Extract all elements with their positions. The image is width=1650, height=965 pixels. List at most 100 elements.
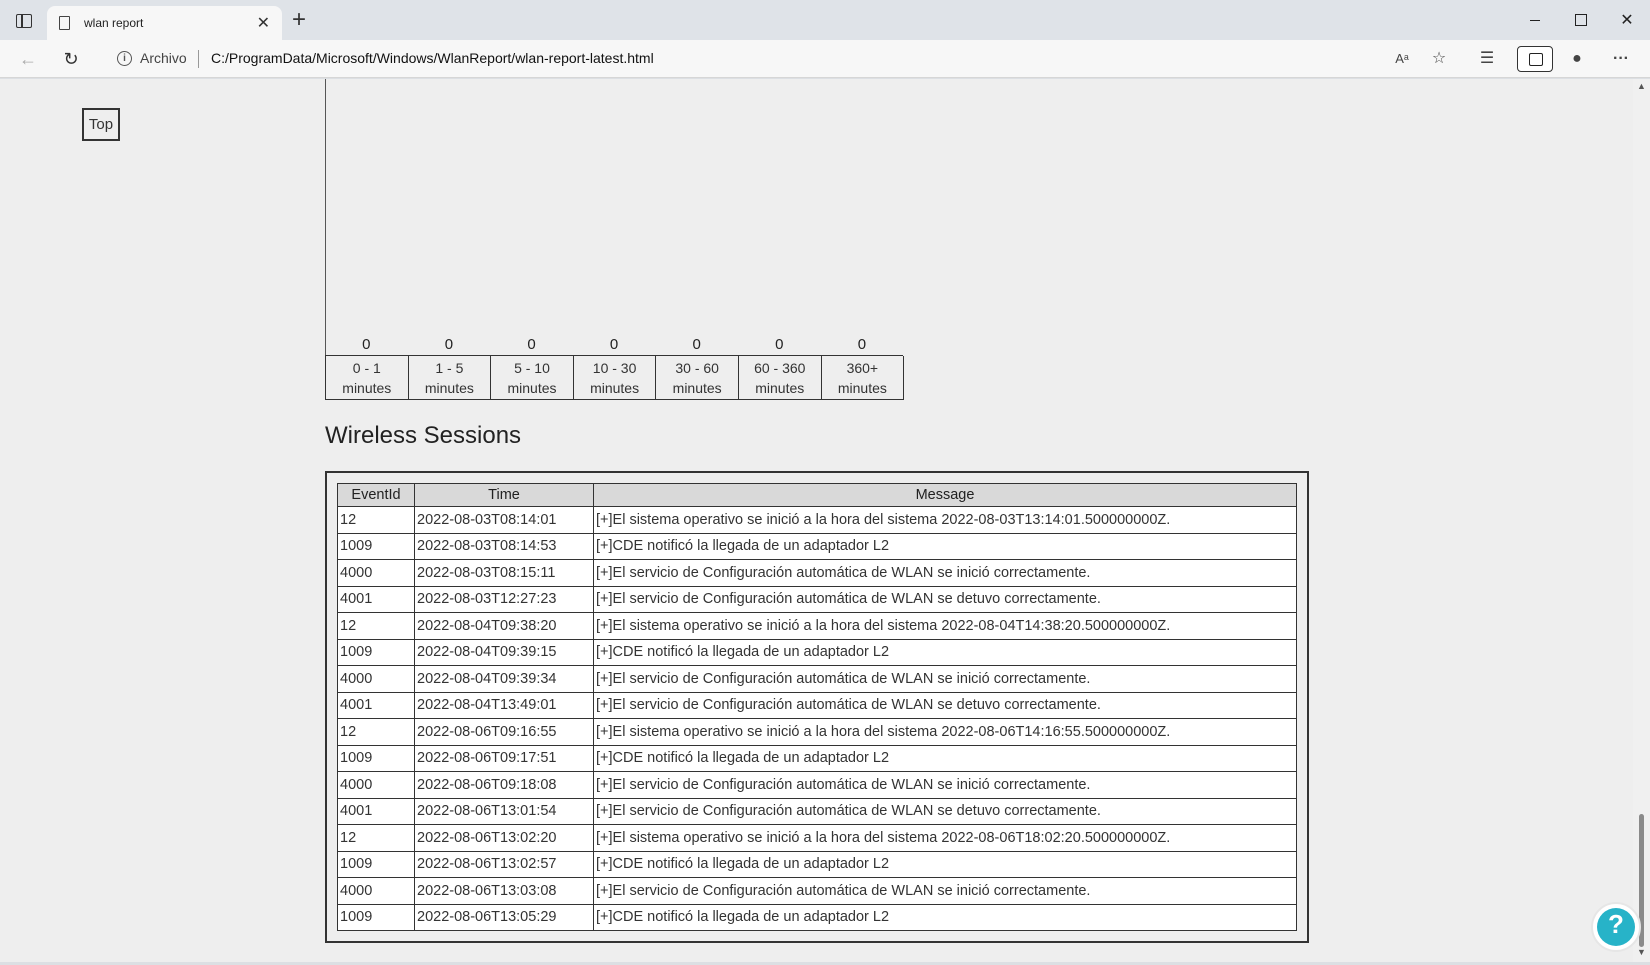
minimize-button[interactable] — [1512, 0, 1558, 40]
favorites-icon[interactable]: ☰ — [1475, 48, 1499, 70]
info-icon[interactable]: i — [117, 51, 132, 66]
reload-icon[interactable]: ↻ — [57, 47, 85, 71]
table-row: 1009 2022-08-04T09:39:15 [+]CDE notificó l… — [337, 638, 1297, 666]
duration-value: 0 — [737, 336, 821, 356]
browser-tab[interactable]: wlan report ✕ — [47, 6, 282, 40]
table-row: 1009 2022-08-03T08:14:53 [+]CDE notificó l… — [337, 532, 1297, 560]
page-icon — [59, 16, 70, 30]
table-row: 4000 2022-08-04T09:39:34 [+]El servicio de… — [337, 665, 1297, 693]
table-row: 4001 2022-08-04T13:49:01 [+]El servicio de… — [337, 691, 1297, 719]
time-cell: 2022-08-06T13:05:29 — [414, 903, 594, 931]
read-aloud-icon[interactable]: Aᵃ — [1390, 48, 1414, 70]
event-id-cell: 4001 — [337, 797, 415, 825]
tab-actions-icon[interactable] — [16, 14, 32, 28]
message-cell[interactable]: [+]CDE notificó la llegada de un adaptad… — [593, 532, 1297, 560]
scroll-up-icon[interactable]: ▲ — [1637, 81, 1646, 91]
sessions-panel: EventId Time Message 12 2022-08-03T08:14:01… — [325, 471, 1309, 943]
column-header: EventId — [337, 483, 415, 507]
address-bar[interactable]: C:/ProgramData/Microsoft/Windows/WlanRep… — [211, 50, 654, 66]
time-cell: 2022-08-03T08:14:53 — [414, 532, 594, 560]
duration-label: 10 - 30 minutes — [573, 356, 657, 400]
time-cell: 2022-08-03T08:15:11 — [414, 559, 594, 587]
window-controls: ✕ — [1512, 0, 1650, 40]
event-id-cell: 1009 — [337, 638, 415, 666]
tab-close-icon[interactable]: ✕ — [257, 13, 270, 33]
event-id-cell: 4000 — [337, 665, 415, 693]
address-separator — [198, 50, 199, 68]
message-cell[interactable]: [+]El sistema operativo se inició a la h… — [593, 506, 1297, 534]
table-row: 1009 2022-08-06T13:05:29 [+]CDE notificó l… — [337, 903, 1297, 931]
table-row: 12 2022-08-06T09:16:55 [+]El sistema opera… — [337, 718, 1297, 746]
event-id-cell: 4000 — [337, 877, 415, 905]
message-cell[interactable]: [+]CDE notificó la llegada de un adaptad… — [593, 903, 1297, 931]
message-cell[interactable]: [+]El servicio de Configuración automáti… — [593, 585, 1297, 613]
table-row: 4000 2022-08-06T13:03:08 [+]El servicio de… — [337, 877, 1297, 905]
column-header: Time — [414, 483, 594, 507]
message-cell[interactable]: [+]CDE notificó la llegada de un adaptad… — [593, 638, 1297, 666]
message-cell[interactable]: [+]El sistema operativo se inició a la h… — [593, 824, 1297, 852]
duration-range: 30 - 60 — [675, 360, 719, 376]
time-cell: 2022-08-06T13:01:54 — [414, 797, 594, 825]
address-toolbar: ← ↻ i Archivo C:/ProgramData/Microsoft/W… — [0, 40, 1650, 78]
duration-value: 0 — [820, 336, 904, 356]
add-favorite-icon[interactable]: ☆ — [1427, 48, 1451, 70]
duration-chart-axis — [325, 79, 326, 355]
duration-value: 0 — [490, 336, 573, 356]
time-cell: 2022-08-06T13:03:08 — [414, 877, 594, 905]
table-row: 12 2022-08-04T09:38:20 [+]El sistema opera… — [337, 612, 1297, 640]
message-cell[interactable]: [+]El servicio de Configuración automáti… — [593, 771, 1297, 799]
event-id-cell: 12 — [337, 824, 415, 852]
duration-values: 0000000 — [325, 336, 904, 356]
duration-label: 360+ minutes — [821, 356, 905, 400]
duration-value: 0 — [407, 336, 491, 356]
message-cell[interactable]: [+]El servicio de Configuración automáti… — [593, 797, 1297, 825]
duration-range: 60 - 360 — [754, 360, 806, 376]
message-cell[interactable]: [+]El servicio de Configuración automáti… — [593, 559, 1297, 587]
more-options-icon[interactable]: ··· — [1609, 48, 1633, 70]
time-cell: 2022-08-06T09:17:51 — [414, 744, 594, 772]
table-row: 4000 2022-08-03T08:15:11 [+]El servicio de… — [337, 559, 1297, 587]
scroll-down-icon[interactable]: ▼ — [1637, 947, 1646, 957]
top-button[interactable]: Top — [82, 108, 120, 141]
report-page: Top 0000000 0 - 1 minutes 1 - 5 minutes 5 - … — [0, 79, 1633, 962]
duration-unit: minutes — [507, 380, 557, 396]
duration-range: 10 - 30 — [592, 360, 637, 376]
message-cell[interactable]: [+]El servicio de Configuración automáti… — [593, 691, 1297, 719]
collections-icon[interactable] — [1517, 46, 1553, 72]
duration-range: 0 - 1 — [352, 360, 381, 376]
duration-label: 0 - 1 minutes — [326, 356, 409, 400]
site-info-label[interactable]: Archivo — [140, 50, 187, 66]
duration-unit: minutes — [590, 380, 640, 396]
duration-range: 5 - 10 — [514, 360, 550, 376]
duration-label: 30 - 60 minutes — [656, 356, 739, 400]
message-cell[interactable]: [+]El sistema operativo se inició a la h… — [593, 718, 1297, 746]
duration-unit: minutes — [755, 380, 805, 396]
vertical-scrollbar[interactable]: ▲ ▼ — [1633, 79, 1650, 962]
event-id-cell: 1009 — [337, 744, 415, 772]
duration-labels: 0 - 1 minutes 1 - 5 minutes 5 - 10 minutes 10 … — [325, 356, 905, 400]
message-cell[interactable]: [+]El sistema operativo se inició a la h… — [593, 612, 1297, 640]
message-cell[interactable]: [+]CDE notificó la llegada de un adaptad… — [593, 850, 1297, 878]
profile-icon[interactable]: ● — [1565, 48, 1589, 70]
duration-unit: minutes — [342, 380, 392, 396]
time-cell: 2022-08-06T13:02:57 — [414, 850, 594, 878]
back-arrow-icon[interactable]: ← — [14, 47, 42, 71]
time-cell: 2022-08-06T13:02:20 — [414, 824, 594, 852]
message-cell[interactable]: [+]El servicio de Configuración automáti… — [593, 877, 1297, 905]
event-id-cell: 4001 — [337, 585, 415, 613]
event-id-cell: 4000 — [337, 771, 415, 799]
message-cell[interactable]: [+]El servicio de Configuración automáti… — [593, 665, 1297, 693]
time-cell: 2022-08-04T09:38:20 — [414, 612, 594, 640]
message-cell[interactable]: [+]CDE notificó la llegada de un adaptad… — [593, 744, 1297, 772]
time-cell: 2022-08-03T08:14:01 — [414, 506, 594, 534]
duration-label: 1 - 5 minutes — [408, 356, 492, 400]
close-window-button[interactable]: ✕ — [1604, 0, 1650, 40]
time-cell: 2022-08-04T09:39:34 — [414, 665, 594, 693]
maximize-button[interactable] — [1558, 0, 1604, 40]
help-badge-icon[interactable]: ? — [1591, 902, 1641, 952]
duration-label: 60 - 360 minutes — [738, 356, 822, 400]
table-row: 12 2022-08-03T08:14:01 [+]El sistema opera… — [337, 506, 1297, 534]
table-row: 1009 2022-08-06T13:02:57 [+]CDE notificó l… — [337, 850, 1297, 878]
new-tab-icon[interactable]: + — [292, 8, 306, 32]
event-id-cell: 4000 — [337, 559, 415, 587]
